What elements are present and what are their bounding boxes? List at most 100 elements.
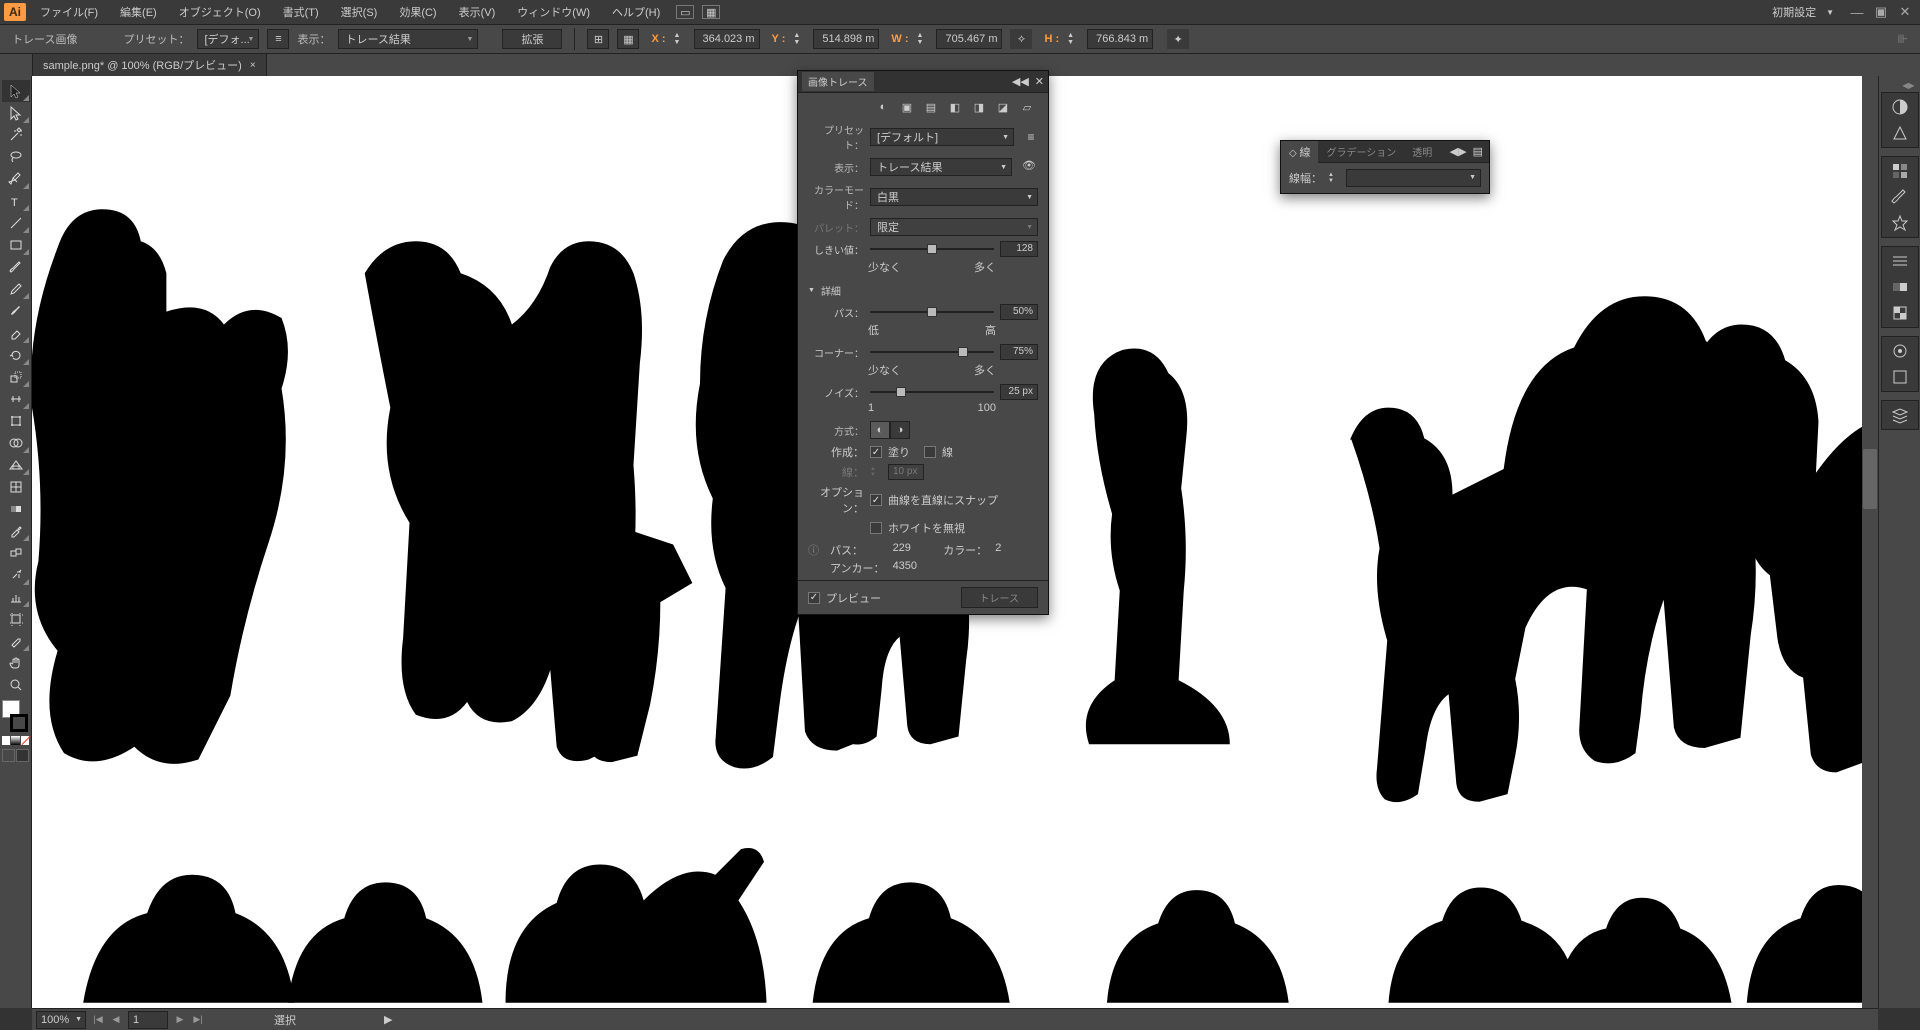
graphic-styles-icon[interactable]: [1890, 367, 1910, 387]
method-overlapping-icon[interactable]: ◑: [890, 421, 910, 439]
advanced-section-header[interactable]: 詳細: [798, 279, 1048, 302]
view-dropdown[interactable]: トレース結果: [338, 29, 478, 49]
preset-auto-icon[interactable]: ◐: [874, 99, 892, 115]
stroke-panel-collapse-icon[interactable]: ◀▶: [1450, 145, 1467, 158]
preset-dropdown[interactable]: [デフォ...: [197, 29, 259, 49]
appearance-panel-icon[interactable]: [1890, 341, 1910, 361]
eraser-tool[interactable]: [2, 322, 30, 344]
noise-value[interactable]: 25 px: [1000, 384, 1038, 400]
first-artboard-icon[interactable]: |◀: [90, 1012, 106, 1028]
gradient-panel-icon[interactable]: [1890, 277, 1910, 297]
transparency-panel-icon[interactable]: [1890, 303, 1910, 323]
menu-view[interactable]: 表示(V): [455, 2, 500, 22]
menu-file[interactable]: ファイル(F): [36, 2, 102, 22]
mesh-tool[interactable]: [2, 476, 30, 498]
rectangle-tool[interactable]: [2, 234, 30, 256]
trace-colormode-dropdown[interactable]: 白黒: [870, 188, 1038, 206]
pencil-tool[interactable]: [2, 278, 30, 300]
preview-checkbox[interactable]: [808, 592, 820, 604]
selection-tool[interactable]: [2, 80, 30, 102]
expand-button[interactable]: 拡張: [502, 29, 562, 49]
artboard-tool[interactable]: [2, 608, 30, 630]
create-fill-checkbox[interactable]: [870, 446, 882, 458]
slice-tool[interactable]: [2, 630, 30, 652]
perspective-tool[interactable]: [2, 454, 30, 476]
create-stroke-checkbox[interactable]: [924, 446, 936, 458]
preset-3color-icon[interactable]: ◧: [946, 99, 964, 115]
line-tool[interactable]: [2, 212, 30, 234]
y-input[interactable]: 514.898 m: [813, 29, 879, 49]
link-wh-icon[interactable]: ⟡: [1010, 29, 1032, 49]
type-tool[interactable]: T: [2, 190, 30, 212]
maximize-button[interactable]: ▣: [1870, 4, 1892, 20]
control-overflow-icon[interactable]: ⊪: [1898, 32, 1908, 46]
vertical-scrollbar[interactable]: [1862, 76, 1878, 1008]
stroke-panel-icon[interactable]: [1890, 251, 1910, 271]
prev-artboard-icon[interactable]: ◀: [108, 1012, 124, 1028]
constrain-icon[interactable]: ✦: [1167, 29, 1189, 49]
symbols-panel-icon[interactable]: [1890, 213, 1910, 233]
gradient-tab[interactable]: グラデーション: [1318, 141, 1404, 162]
w-input[interactable]: 705.467 m: [936, 29, 1002, 49]
preset-outline-icon[interactable]: ▱: [1018, 99, 1036, 115]
panel-close-icon[interactable]: ✕: [1035, 75, 1044, 88]
stroke-swatch[interactable]: [10, 714, 28, 732]
menu-type[interactable]: 書式(T): [279, 2, 323, 22]
menu-edit[interactable]: 編集(E): [116, 2, 161, 22]
blob-brush-tool[interactable]: [2, 300, 30, 322]
menu-effect[interactable]: 効果(C): [395, 2, 440, 22]
free-transform-tool[interactable]: [2, 410, 30, 432]
magic-wand-tool[interactable]: [2, 124, 30, 146]
direct-selection-tool[interactable]: [2, 102, 30, 124]
trace-preset-menu-icon[interactable]: ≡: [1024, 130, 1038, 144]
tab-close-icon[interactable]: ×: [250, 60, 256, 71]
menu-select[interactable]: 選択(S): [337, 2, 382, 22]
eyedropper-tool[interactable]: [2, 520, 30, 542]
preset-6color-icon[interactable]: ◨: [970, 99, 988, 115]
artboard-number-input[interactable]: 1: [128, 1011, 168, 1029]
screen-mode-full-icon[interactable]: [16, 749, 29, 762]
image-trace-tab[interactable]: 画像トレース: [802, 72, 874, 91]
symbol-sprayer-tool[interactable]: [2, 564, 30, 586]
trace-view-eye-icon[interactable]: 👁: [1022, 159, 1038, 175]
preset-photo-hi-icon[interactable]: ▣: [898, 99, 916, 115]
color-mode-icon[interactable]: [2, 736, 10, 745]
threshold-slider[interactable]: [870, 242, 994, 256]
none-mode-icon[interactable]: [21, 736, 29, 745]
stroke-tab[interactable]: ◇ 線: [1281, 141, 1318, 163]
h-input[interactable]: 766.843 m: [1087, 29, 1153, 49]
transparency-tab[interactable]: 透明: [1404, 141, 1440, 162]
gradient-mode-icon[interactable]: [11, 736, 19, 745]
trace-button[interactable]: トレース: [961, 587, 1039, 608]
panel-collapse-icon[interactable]: ◀◀: [1012, 75, 1029, 88]
minimize-button[interactable]: —: [1846, 4, 1868, 20]
document-tab[interactable]: sample.png* @ 100% (RGB/プレビュー) ×: [32, 53, 267, 76]
x-input[interactable]: 364.023 m: [694, 29, 760, 49]
scale-tool[interactable]: [2, 366, 30, 388]
paintbrush-tool[interactable]: [2, 256, 30, 278]
dock-collapse-icon[interactable]: ◀▶: [1881, 80, 1919, 90]
hand-tool[interactable]: [2, 652, 30, 674]
corners-slider[interactable]: [870, 345, 994, 359]
width-tool[interactable]: [2, 388, 30, 410]
ignore-white-checkbox[interactable]: [870, 522, 882, 534]
blend-tool[interactable]: [2, 542, 30, 564]
method-abutting-icon[interactable]: ◐: [870, 421, 890, 439]
paths-value[interactable]: 50%: [1000, 304, 1038, 320]
corners-value[interactable]: 75%: [1000, 344, 1038, 360]
brushes-panel-icon[interactable]: [1890, 187, 1910, 207]
zoom-tool[interactable]: [2, 674, 30, 696]
zoom-dropdown[interactable]: 100%: [36, 1011, 86, 1029]
pen-tool[interactable]: [2, 168, 30, 190]
fill-stroke-indicator[interactable]: [2, 700, 30, 732]
next-artboard-icon[interactable]: ▶: [172, 1012, 188, 1028]
close-button[interactable]: ✕: [1894, 4, 1916, 20]
preset-menu-icon[interactable]: ≡: [267, 29, 289, 49]
align-icon[interactable]: ⊞: [587, 29, 609, 49]
stroke-panel-menu-icon[interactable]: ▤: [1473, 145, 1483, 158]
last-artboard-icon[interactable]: ▶|: [190, 1012, 206, 1028]
threshold-value[interactable]: 128: [1000, 241, 1038, 257]
shape-builder-tool[interactable]: [2, 432, 30, 454]
trace-view-dropdown[interactable]: トレース結果: [870, 158, 1012, 176]
snap-curves-checkbox[interactable]: [870, 494, 882, 506]
